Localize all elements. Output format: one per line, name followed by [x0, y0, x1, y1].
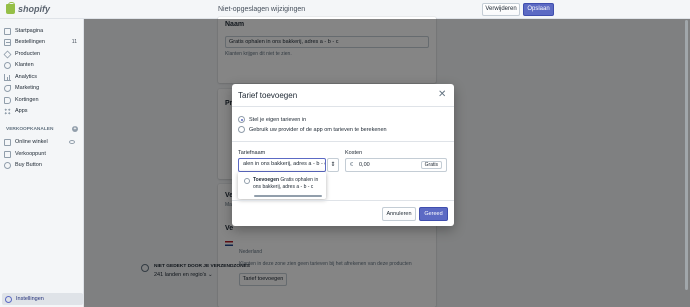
suggestion-item[interactable]: Toevoegen Gratis ophalen in ons bakkerij… [253, 177, 325, 191]
sidebar-item-label: Analytics [15, 74, 38, 80]
sidebar-item-label: Startpagina [15, 28, 44, 34]
save-button[interactable]: Opslaan [523, 3, 554, 16]
suggestion-radio[interactable] [244, 178, 250, 184]
sidebar-item-label: Apps [15, 108, 28, 114]
carrier-rates-option[interactable]: Gebruik uw provider of de app om tarieve… [238, 126, 387, 133]
sidebar: Startpagina Bestellingen 11 Producten Kl… [0, 19, 84, 307]
sidebar-item-analytics[interactable]: Analytics [4, 72, 81, 82]
eye-icon[interactable] [69, 140, 75, 144]
divider [232, 141, 454, 142]
marketing-icon [4, 84, 11, 92]
cost-label: Kosten [345, 150, 363, 156]
sidebar-item-buy-button[interactable]: Buy Button [4, 160, 81, 170]
orders-count-badge: 11 [71, 39, 77, 45]
sidebar-item-customers[interactable]: Klanten [4, 60, 81, 70]
analytics-icon [4, 73, 11, 81]
sidebar-item-online-store[interactable]: Online winkel [4, 137, 81, 147]
pos-icon [4, 150, 11, 158]
shopping-bag-icon [6, 2, 15, 14]
done-button[interactable]: Gereed [419, 207, 448, 221]
delete-button[interactable]: Verwijderen [482, 3, 520, 16]
divider [232, 106, 454, 107]
sidebar-item-discounts[interactable]: Kortingen [4, 95, 81, 105]
own-rates-option[interactable]: Stel je eigen tarieven in [238, 116, 306, 123]
sidebar-item-label: Online winkel [15, 139, 48, 145]
horizontal-scrollbar[interactable] [254, 195, 322, 197]
sidebar-item-label: Verkooppunt [15, 151, 46, 157]
home-icon [4, 27, 11, 35]
sidebar-item-apps[interactable]: Apps [4, 106, 81, 116]
sales-channels-heading: VERKOOPKANALEN + [6, 126, 78, 132]
unsaved-changes-title: Niet-opgeslagen wijzigingen [218, 6, 306, 13]
discounts-icon [4, 96, 11, 104]
brand-name: shopify [18, 4, 51, 14]
sidebar-item-settings[interactable]: Instellingen [2, 293, 83, 305]
scrollbar[interactable] [685, 20, 688, 290]
autocomplete-dropdown[interactable]: Toevoegen Gratis ophalen in ons bakkerij… [238, 172, 326, 199]
sidebar-item-orders[interactable]: Bestellingen 11 [4, 37, 81, 47]
gear-icon [5, 295, 12, 303]
cost-value: 0,00 [359, 162, 370, 168]
modal-title: Tarief toevoegen [238, 91, 298, 100]
orders-icon [4, 38, 11, 46]
currency-symbol: € [350, 162, 354, 168]
radio-unselected[interactable] [238, 126, 245, 133]
stepper-icon[interactable]: ⇕ [327, 158, 339, 172]
divider [232, 200, 454, 201]
sidebar-item-home[interactable]: Startpagina [4, 26, 81, 36]
sidebar-item-products[interactable]: Producten [3, 49, 81, 59]
sidebar-item-marketing[interactable]: Marketing [4, 83, 81, 93]
products-icon [3, 50, 12, 58]
sidebar-item-label: Instellingen [16, 296, 44, 302]
shopify-logo[interactable]: shopify [6, 2, 51, 14]
rate-name-label: Tariefnaam [238, 150, 266, 156]
apps-icon [4, 107, 11, 115]
cancel-button[interactable]: Annuleren [382, 207, 416, 221]
store-icon [4, 138, 11, 146]
radio-selected[interactable] [238, 116, 245, 123]
close-icon[interactable]: ✕ [438, 90, 446, 100]
buy-button-icon [4, 161, 11, 169]
free-button[interactable]: Gratis [420, 161, 442, 169]
sidebar-item-label: Bestellingen [15, 39, 45, 45]
sidebar-item-label: Marketing [15, 85, 40, 91]
rate-name-input[interactable]: alen in ons bakkerij, adres a - b - c [238, 158, 326, 172]
cost-input[interactable]: € 0,00 Gratis [345, 158, 447, 172]
sidebar-item-label: Klanten [15, 62, 34, 68]
add-channel-icon[interactable]: + [72, 126, 78, 132]
add-rate-modal: Tarief toevoegen ✕ Stel je eigen tarieve… [232, 84, 454, 226]
sidebar-item-label: Producten [15, 51, 41, 57]
customers-icon [4, 61, 11, 69]
sidebar-item-label: Buy Button [15, 162, 42, 168]
sidebar-item-pos[interactable]: Verkooppunt [4, 149, 81, 159]
sidebar-item-label: Kortingen [15, 97, 39, 103]
